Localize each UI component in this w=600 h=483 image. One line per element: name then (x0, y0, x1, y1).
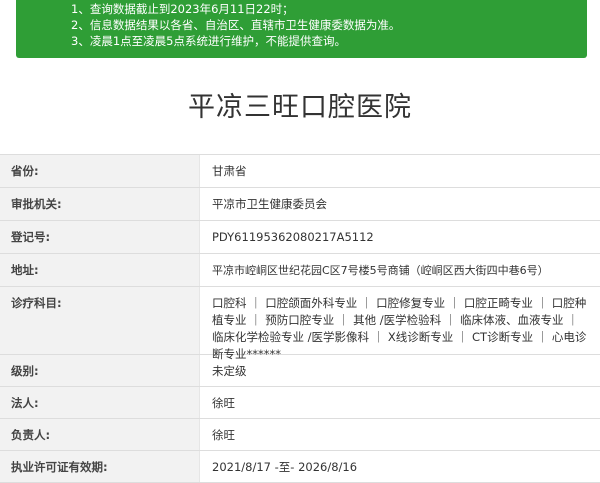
value-treatment-subjects: 口腔科 ｜ 口腔颌面外科专业 ｜ 口腔修复专业 ｜ 口腔正畸专业 ｜ 口腔种植专… (212, 296, 587, 361)
label-approval-authority: 审批机关: (0, 188, 200, 220)
value-person-in-charge: 徐旺 (212, 428, 235, 442)
label-legal-person: 法人: (0, 387, 200, 418)
row-approval-authority: 审批机关: 平凉市卫生健康委员会 (0, 188, 600, 221)
row-level: 级别: 未定级 (0, 355, 600, 387)
label-registration-number: 登记号: (0, 221, 200, 253)
label-treatment-subjects: 诊疗科目: (0, 287, 200, 354)
row-registration-number: 登记号: PDY61195362080217A5112 (0, 221, 600, 254)
row-legal-person: 法人: 徐旺 (0, 387, 600, 419)
info-table: 省份: 甘肃省 审批机关: 平凉市卫生健康委员会 登记号: PDY6119536… (0, 154, 600, 483)
row-address: 地址: 平凉市崆峒区世纪花园C区7号楼5号商铺（崆峒区西大街四中巷6号） (0, 254, 600, 287)
value-address: 平凉市崆峒区世纪花园C区7号楼5号商铺（崆峒区西大街四中巷6号） (212, 264, 549, 277)
label-person-in-charge: 负责人: (0, 419, 200, 450)
value-level: 未定级 (212, 364, 247, 378)
label-license-validity: 执业许可证有效期: (0, 451, 200, 482)
row-province: 省份: 甘肃省 (0, 155, 600, 188)
label-province: 省份: (0, 155, 200, 187)
notice-line-1: 1、查询数据截止到2023年6月11日22时； (71, 2, 294, 16)
notice-banner: 1、查询数据截止到2023年6月11日22时； 2、信息数据结果以各省、自治区、… (16, 0, 587, 58)
value-license-validity: 2021/8/17 -至- 2026/8/16 (212, 460, 358, 474)
value-approval-authority: 平凉市卫生健康委员会 (212, 197, 327, 211)
value-registration-number: PDY61195362080217A5112 (212, 230, 374, 244)
notice-line-3: 3、凌晨1点至凌晨5点系统进行维护，不能提供查询。 (71, 34, 346, 48)
label-level: 级别: (0, 355, 200, 386)
label-address: 地址: (0, 254, 200, 286)
hospital-name: 平凉三旺口腔医院 (188, 92, 412, 123)
value-province: 甘肃省 (212, 164, 247, 178)
notice-line-2: 2、信息数据结果以各省、自治区、直辖市卫生健康委数据为准。 (71, 18, 401, 32)
row-license-validity: 执业许可证有效期: 2021/8/17 -至- 2026/8/16 (0, 451, 600, 483)
value-legal-person: 徐旺 (212, 396, 235, 410)
row-person-in-charge: 负责人: 徐旺 (0, 419, 600, 451)
row-treatment-subjects: 诊疗科目: 口腔科 ｜ 口腔颌面外科专业 ｜ 口腔修复专业 ｜ 口腔正畸专业 ｜… (0, 287, 600, 361)
